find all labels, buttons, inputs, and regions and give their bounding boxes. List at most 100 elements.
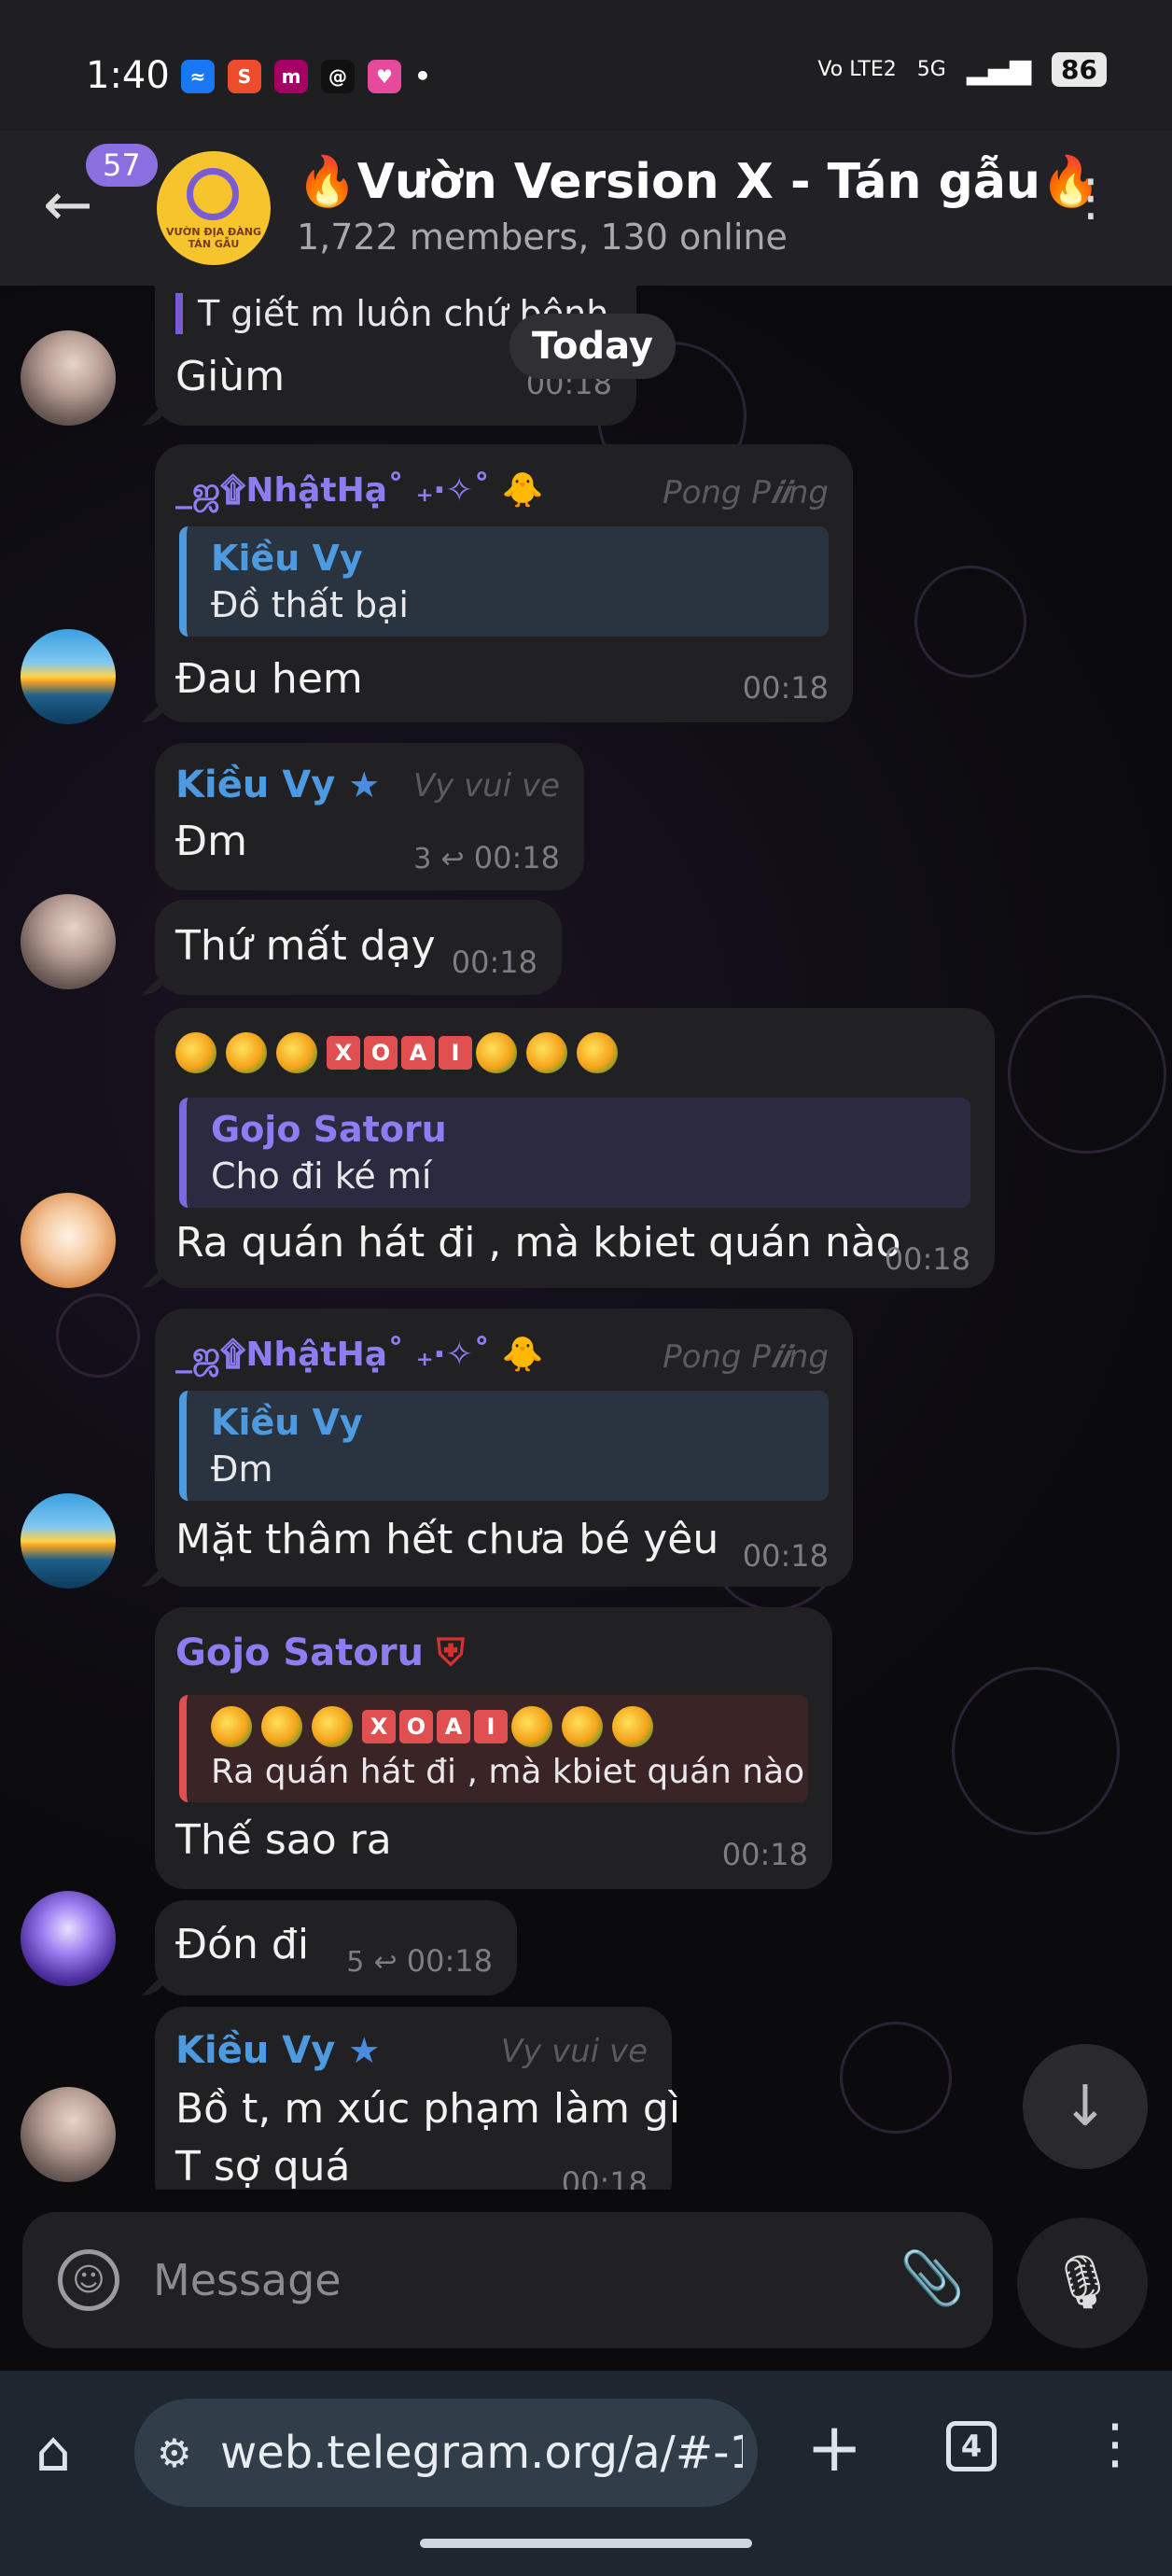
mango-icon: [612, 1706, 653, 1747]
reply-author: Kiều Vy: [211, 1402, 363, 1443]
message-time: 00:18: [473, 840, 560, 875]
avatar[interactable]: [21, 894, 116, 989]
site-settings-icon[interactable]: ⚙: [157, 2430, 192, 2476]
network-type: 5G: [916, 58, 946, 81]
emoji-icon[interactable]: ☺: [58, 2249, 119, 2311]
message-bubble[interactable]: Thứ mất dạy 00:18: [155, 900, 562, 995]
group-subtitle: 1,722 members, 130 online: [297, 217, 788, 258]
mango-icon: [276, 1032, 317, 1073]
message-input[interactable]: [153, 2247, 862, 2313]
message-text: Đón đi: [175, 1921, 310, 1968]
new-tab-icon[interactable]: +: [806, 2408, 862, 2486]
message-composer: ☺ 📎: [22, 2212, 993, 2348]
avatar[interactable]: [21, 1891, 116, 1986]
avatar[interactable]: [21, 330, 116, 426]
message-text-line1: Bồ t, m xúc phạm làm gì: [175, 2085, 681, 2133]
scroll-down-button[interactable]: ↓: [1023, 2044, 1148, 2169]
sender-rank: Pong P𝒊𝒊ng: [663, 1338, 829, 1376]
back-arrow-icon[interactable]: ←: [43, 175, 93, 235]
wifi-app-icon: ≈: [181, 60, 215, 93]
mango-icon: [577, 1032, 618, 1073]
letter-tile: O: [364, 1036, 398, 1070]
sender-name-text: Gojo Satoru: [175, 1631, 425, 1674]
group-title[interactable]: 🔥Vườn Version X - Tán gẫu🔥: [297, 153, 1101, 210]
sender-name-text: Kiều Vy: [175, 2029, 336, 2072]
mango-icon: [226, 1032, 267, 1073]
reply-preview[interactable]: XOAI Ra quán hát đi , mà kbiet quán nào: [179, 1695, 808, 1802]
avatar[interactable]: [21, 1193, 116, 1288]
reply-text: Cho đi ké mí: [211, 1155, 432, 1197]
sender-rank: Pong P𝒊𝒊ng: [663, 474, 829, 511]
sender-name[interactable]: _ஜ۩NhậtHạ˚ ₊‧✧˚ 🐥: [175, 1335, 544, 1379]
message-bubble[interactable]: Kiều Vy ★ Vy vui ve Đm 3 ↩ 00:18: [155, 743, 584, 890]
doodle: [840, 2022, 952, 2134]
reply-preview[interactable]: Kiều Vy Đồ thất bại: [179, 526, 829, 637]
sender-name[interactable]: _ஜ۩NhậtHạ˚ ₊‧✧˚ 🐥: [175, 470, 544, 514]
sender-rank: Vy vui ve: [412, 767, 560, 805]
mango-icon: [211, 1706, 252, 1747]
network-label: Vo LTE2: [817, 58, 897, 81]
status-right: Vo LTE2 5G ▂▄▆ 86: [817, 52, 1107, 87]
message-bubble[interactable]: _ஜ۩NhậtHạ˚ ₊‧✧˚ 🐥 Pong P𝒊𝒊ng Kiều Vy Đồ …: [155, 444, 853, 722]
message-time: 00:18: [451, 945, 537, 980]
status-time: 1:40: [86, 54, 170, 97]
message-text: Thế sao ra: [175, 1816, 392, 1864]
avatar[interactable]: [21, 2087, 116, 2182]
more-vert-icon[interactable]: ⋮: [1066, 168, 1116, 227]
reply-text: Đồ thất bại: [211, 584, 409, 625]
team-badge-icon: ⛨: [436, 1631, 465, 1674]
message-bubble[interactable]: Kiều Vy ★ Vy vui ve Bồ t, m xúc phạm làm…: [155, 2007, 680, 2190]
sender-name-text: _ஜ۩NhậtHạ˚ ₊‧✧˚: [175, 1336, 491, 1374]
unread-badge: 57: [86, 144, 158, 187]
browser-menu-icon[interactable]: ⋮: [1088, 2412, 1142, 2475]
star-icon: ★: [348, 2030, 381, 2071]
mango-icon: [261, 1706, 302, 1747]
sender-name-text: _ஜ۩NhậtHạ˚ ₊‧✧˚: [175, 471, 491, 510]
message-time: 00:18: [884, 1241, 970, 1277]
avatar[interactable]: [21, 629, 116, 724]
arrow-down-icon: ↓: [1061, 2074, 1109, 2139]
mango-icon: [476, 1032, 517, 1073]
avatar-ring: [187, 168, 239, 220]
sender-name[interactable]: XOAI: [175, 1032, 627, 1073]
reply-author: XOAI: [211, 1706, 784, 1747]
url-text: web.telegram.org/a/#-100: [220, 2427, 743, 2479]
sender-name[interactable]: Gojo Satoru ⛨: [175, 1631, 465, 1674]
duck-icon: 🐥: [501, 471, 544, 510]
attach-icon[interactable]: 📎: [900, 2247, 965, 2309]
sender-name[interactable]: Kiều Vy ★: [175, 2029, 380, 2072]
shopee-icon: S: [228, 60, 261, 93]
tab-switcher-button[interactable]: 4: [946, 2421, 997, 2471]
message-text-line2: T sợ quá: [175, 2143, 351, 2190]
chat-header: ← 57 VƯỜN ĐỊA ĐÀNG TÁN GẪU 🔥Vườn Version…: [0, 131, 1172, 286]
chat-icon: ♥: [368, 60, 401, 93]
mango-icon: [526, 1032, 567, 1073]
reply-preview[interactable]: Kiều Vy Đm: [179, 1391, 829, 1501]
gesture-bar[interactable]: [420, 2539, 752, 2548]
reply-preview[interactable]: Gojo Satoru Cho đi ké mí: [179, 1098, 970, 1208]
message-time: 00:18: [721, 1837, 808, 1872]
microphone-icon: 🎙: [1049, 2252, 1116, 2313]
signal-icon: ▂▄▆: [966, 53, 1032, 86]
group-avatar[interactable]: VƯỜN ĐỊA ĐÀNG TÁN GẪU: [157, 151, 271, 265]
home-icon[interactable]: ⌂: [35, 2419, 71, 2485]
letter-tile: I: [474, 1710, 508, 1743]
screen: 1:40 ≈ S m @ ♥ • Vo LTE2 5G ▂▄▆ 86 ← 57 …: [0, 0, 1172, 2576]
letter-tile: A: [401, 1036, 435, 1070]
microphone-button[interactable]: 🎙: [1017, 2218, 1148, 2348]
message-bubble[interactable]: Gojo Satoru ⛨ XOAI Ra quán hát đi , mà k…: [155, 1607, 832, 1889]
avatar[interactable]: [21, 1493, 116, 1589]
mango-icon: [175, 1032, 216, 1073]
message-list[interactable]: T giết m luôn chứ bệnh Giùm 00:18 Today …: [0, 286, 1172, 2190]
reply-text: Ra quán hát đi , mà kbiet quán nào: [211, 1753, 805, 1791]
duck-icon: 🐥: [501, 1336, 544, 1374]
message-meta: 3 ↩ 00:18: [413, 840, 560, 875]
sender-name[interactable]: Kiều Vy ★: [175, 763, 380, 806]
message-bubble[interactable]: _ஜ۩NhậtHạ˚ ₊‧✧˚ 🐥 Pong P𝒊𝒊ng Kiều Vy Đm …: [155, 1309, 853, 1587]
address-bar[interactable]: ⚙ web.telegram.org/a/#-100: [134, 2399, 758, 2507]
message-bubble[interactable]: Đón đi 5 ↩ 00:18: [155, 1900, 517, 1995]
forward-count: 3: [413, 843, 432, 875]
doodle: [56, 1294, 140, 1378]
message-bubble[interactable]: XOAI Gojo Satoru Cho đi ké mí Ra quán há…: [155, 1008, 995, 1288]
forward-count: 5: [346, 1946, 365, 1979]
